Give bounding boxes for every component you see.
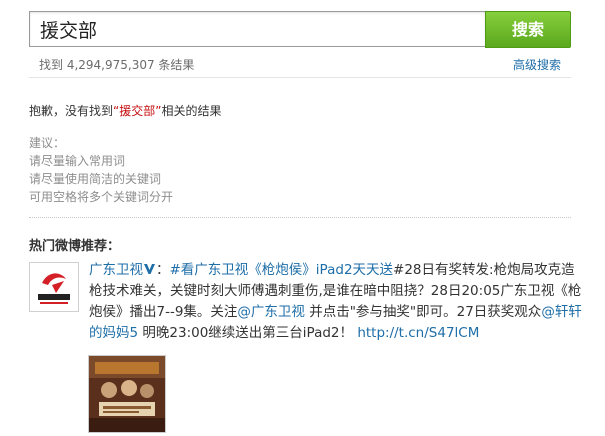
suggestion-item: 可用空格将多个关键词分开	[29, 190, 174, 204]
no-result-suffix: 相关的结果	[161, 104, 222, 118]
search-input[interactable]	[30, 12, 485, 46]
divider	[29, 77, 571, 78]
post-image-thumbnail[interactable]	[88, 355, 166, 433]
search-box[interactable]	[29, 11, 485, 47]
search-button[interactable]: 搜索	[485, 11, 571, 48]
post-image-icon	[89, 356, 165, 432]
weibo-post: 广东卫视 ：#看广东卫视《枪炮侯》iPad2天天送#28日有奖转发:枪炮局攻克造枪…	[89, 260, 584, 344]
guangdong-tv-logo-icon	[30, 263, 78, 311]
no-result-prefix: 抱歉，没有找到	[29, 104, 114, 118]
advanced-search-link[interactable]: 高级搜索	[513, 56, 561, 73]
result-count: 找到 4,294,975,307 条结果	[39, 58, 195, 72]
author-avatar[interactable]	[29, 262, 79, 312]
section-divider	[29, 217, 571, 218]
short-url-link[interactable]: http://t.cn/S47lCM	[357, 325, 479, 341]
verified-v-icon	[144, 264, 155, 274]
suggestion-item: 请尽量输入常用词	[29, 154, 126, 168]
hot-weibo-title: 热门微博推荐：	[29, 239, 121, 254]
no-result-message: 抱歉，没有找到“援交部”相关的结果	[29, 102, 221, 119]
post-text: 明晚23:00继续送出第三台iPad2！	[138, 325, 358, 341]
topic-link[interactable]: #看广东卫视《枪炮侯》iPad2天天送	[170, 262, 394, 278]
post-text: 并点击"参与抽奖"即可。27日获奖观众	[304, 304, 542, 320]
post-author-link[interactable]: 广东卫视	[89, 262, 143, 278]
suggestions-heading: 建议：	[29, 136, 66, 150]
mention-link[interactable]: @广东卫视	[237, 304, 305, 320]
post-colon: ：	[156, 262, 170, 278]
suggestion-item: 请尽量使用简洁的关键词	[29, 172, 162, 186]
no-result-keyword: “援交部”	[113, 104, 162, 118]
